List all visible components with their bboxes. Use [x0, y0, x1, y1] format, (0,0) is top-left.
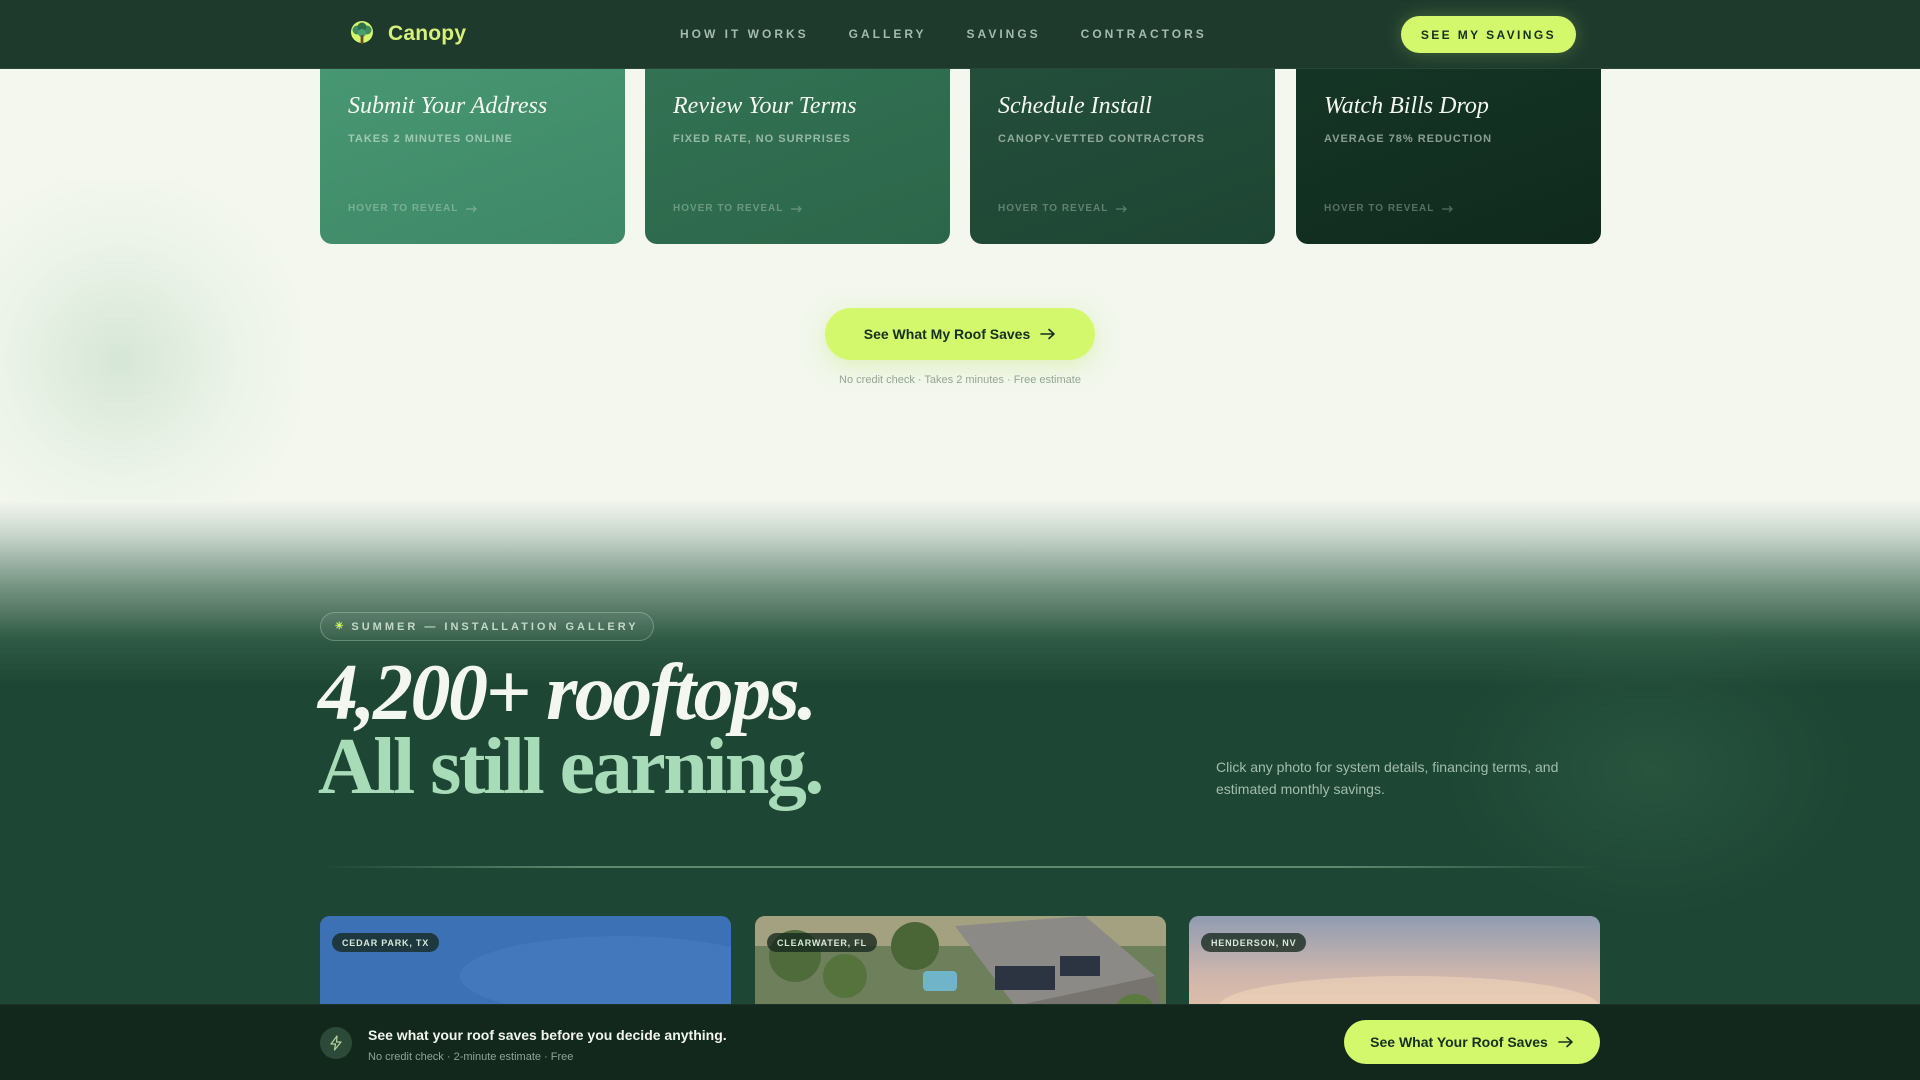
- step-title: Review Your Terms: [673, 93, 857, 119]
- cta-label: See What My Roof Saves: [863, 326, 1031, 342]
- nav-link-how-it-works[interactable]: HOW IT WORKS: [680, 27, 809, 41]
- cta-note: No credit check · Takes 2 minutes · Free…: [839, 374, 1081, 386]
- section-divider: [320, 866, 1601, 868]
- see-what-your-roof-saves-button[interactable]: See What Your Roof Saves: [1344, 1020, 1600, 1064]
- brand[interactable]: Canopy: [348, 20, 466, 48]
- photo-location-tag: CEDAR PARK, TX: [332, 933, 440, 952]
- step-hover-hint: HOVER TO REVEAL: [1324, 203, 1454, 214]
- step-title: Watch Bills Drop: [1324, 93, 1489, 119]
- gallery-description: Click any photo for system details, fina…: [1216, 759, 1559, 797]
- sticky-bar-title: See what your roof saves before you deci…: [368, 1027, 727, 1043]
- photo-location-tag: CLEARWATER, FL: [767, 933, 877, 952]
- step-subtitle: TAKES 2 MINUTES ONLINE: [348, 133, 513, 145]
- lightning-bolt-icon: [320, 1027, 352, 1059]
- photo-location-tag: HENDERSON, NV: [1201, 933, 1307, 952]
- step-hover-hint: HOVER TO REVEAL: [998, 203, 1128, 214]
- arrow-right-icon: [1116, 205, 1128, 212]
- arrow-right-icon: [791, 205, 803, 212]
- step-subtitle: FIXED RATE, NO SURPRISES: [673, 133, 851, 145]
- nav-link-contractors[interactable]: CONTRACTORS: [1081, 27, 1207, 41]
- gallery-headline-line-2: All still earning.: [318, 723, 824, 811]
- step-hover-hint: HOVER TO REVEAL: [348, 203, 478, 214]
- arrow-right-icon: [1558, 1036, 1573, 1048]
- arrow-right-icon: [1040, 328, 1056, 340]
- page: Submit Your Address TAKES 2 MINUTES ONLI…: [0, 0, 1920, 1080]
- hover-hint-label: HOVER TO REVEAL: [673, 203, 784, 214]
- nav-container: Canopy HOW IT WORKS GALLERY SAVINGS CONT…: [320, 0, 1600, 69]
- hover-hint-label: HOVER TO REVEAL: [1324, 203, 1435, 214]
- gallery-headline-line-1: 4,200+ rooftops.: [318, 649, 817, 737]
- gallery-badge-label: SUMMER — INSTALLATION GALLERY: [351, 620, 639, 633]
- step-title: Submit Your Address: [348, 93, 548, 119]
- step-subtitle: AVERAGE 78% REDUCTION: [1324, 133, 1493, 145]
- step-hover-hint: HOVER TO REVEAL: [673, 203, 803, 214]
- arrow-right-icon: [1442, 205, 1454, 212]
- gallery-badge: ✳ SUMMER — INSTALLATION GALLERY: [320, 612, 654, 641]
- tree-logo-icon: [351, 21, 373, 44]
- hover-hint-label: HOVER TO REVEAL: [998, 203, 1109, 214]
- brand-name: Canopy: [388, 22, 467, 45]
- cta-label: See What Your Roof Saves: [1370, 1034, 1548, 1050]
- sparkle-icon: ✳: [335, 621, 344, 632]
- top-navigation: Canopy HOW IT WORKS GALLERY SAVINGS CONT…: [0, 0, 1920, 69]
- step-title: Schedule Install: [998, 93, 1152, 119]
- arrow-right-icon: [466, 205, 478, 212]
- background-blur-decoration: [0, 180, 300, 540]
- see-what-my-roof-saves-button[interactable]: See What My Roof Saves: [825, 308, 1095, 360]
- sticky-cta-bar: See what your roof saves before you deci…: [0, 1004, 1920, 1080]
- step-subtitle: CANOPY-VETTED CONTRACTORS: [998, 133, 1205, 145]
- hover-hint-label: HOVER TO REVEAL: [348, 203, 459, 214]
- nav-link-savings[interactable]: SAVINGS: [967, 27, 1041, 41]
- see-my-savings-button[interactable]: SEE MY SAVINGS: [1400, 16, 1576, 53]
- nav-links: HOW IT WORKS GALLERY SAVINGS CONTRACTORS: [680, 27, 1207, 41]
- nav-link-gallery[interactable]: GALLERY: [849, 27, 927, 41]
- sticky-bar-subtitle: No credit check · 2-minute estimate · Fr…: [368, 1051, 574, 1063]
